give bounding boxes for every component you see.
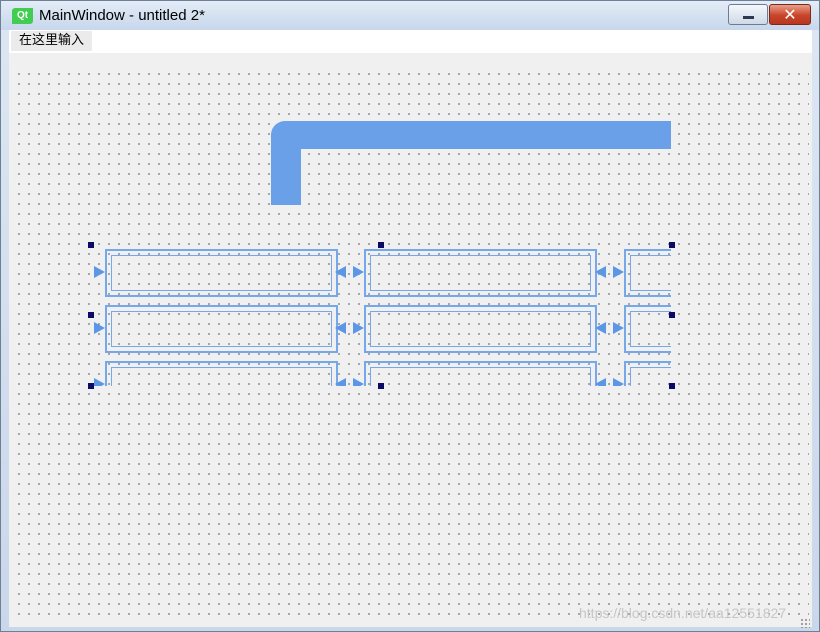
close-button[interactable]: ✕ [769,4,811,25]
arrow-left-icon [335,322,346,334]
arrow-right-icon [613,378,624,386]
layout-cell-r3-c1[interactable] [105,361,338,386]
layout-cell-r2-c1[interactable] [105,305,338,353]
layout-cell-r3-c2[interactable] [364,361,597,386]
layout-cell-r1-c3[interactable] [624,249,671,297]
arrow-right-icon [353,378,364,386]
arrow-left-icon [595,266,606,278]
selection-handle-top[interactable] [378,242,384,248]
window-title: MainWindow - untitled 2* [39,7,205,24]
qt-logo-icon: Qt [12,8,33,24]
menu-bar: 在这里输入 [9,30,812,53]
menu-item-type-here[interactable]: 在这里输入 [11,31,93,51]
layout-cell-r1-c2[interactable] [364,249,597,297]
arrow-left-icon [335,266,346,278]
selection-handle-bottom-right[interactable] [669,383,675,389]
layout-cell-r3-c3[interactable] [624,361,671,386]
arrow-right-icon [94,378,105,386]
arrow-right-icon [353,322,364,334]
layout-drop-indicator-vertical [271,135,301,205]
selection-handle-right[interactable] [669,312,675,318]
layout-drop-indicator-horizontal [271,121,671,149]
arrow-right-icon [94,266,105,278]
resize-grip-icon[interactable] [800,618,810,628]
arrow-left-icon [335,378,346,386]
arrow-right-icon [613,266,624,278]
selection-handle-bottom[interactable] [378,383,384,389]
arrow-right-icon [613,322,624,334]
layout-cell-r2-c2[interactable] [364,305,597,353]
arrow-left-icon [595,322,606,334]
minimize-button[interactable] [728,4,768,25]
selection-handle-top-left[interactable] [88,242,94,248]
layout-cell-r1-c1[interactable] [105,249,338,297]
selection-handle-bottom-left[interactable] [88,383,94,389]
arrow-left-icon [595,378,606,386]
grid-layout[interactable] [91,245,671,386]
selection-handle-top-right[interactable] [669,242,675,248]
arrow-right-icon [94,322,105,334]
selection-handle-left[interactable] [88,312,94,318]
watermark-text: https://blog.csdn.net/aa12551827 [579,605,787,621]
main-window: Qt MainWindow - untitled 2* ✕ 在这里输入 http… [0,0,820,632]
title-bar[interactable]: Qt MainWindow - untitled 2* ✕ [1,1,819,30]
layout-cell-r2-c3[interactable] [624,305,671,353]
close-icon: ✕ [783,4,797,24]
arrow-right-icon [353,266,364,278]
minimize-icon [742,16,754,19]
